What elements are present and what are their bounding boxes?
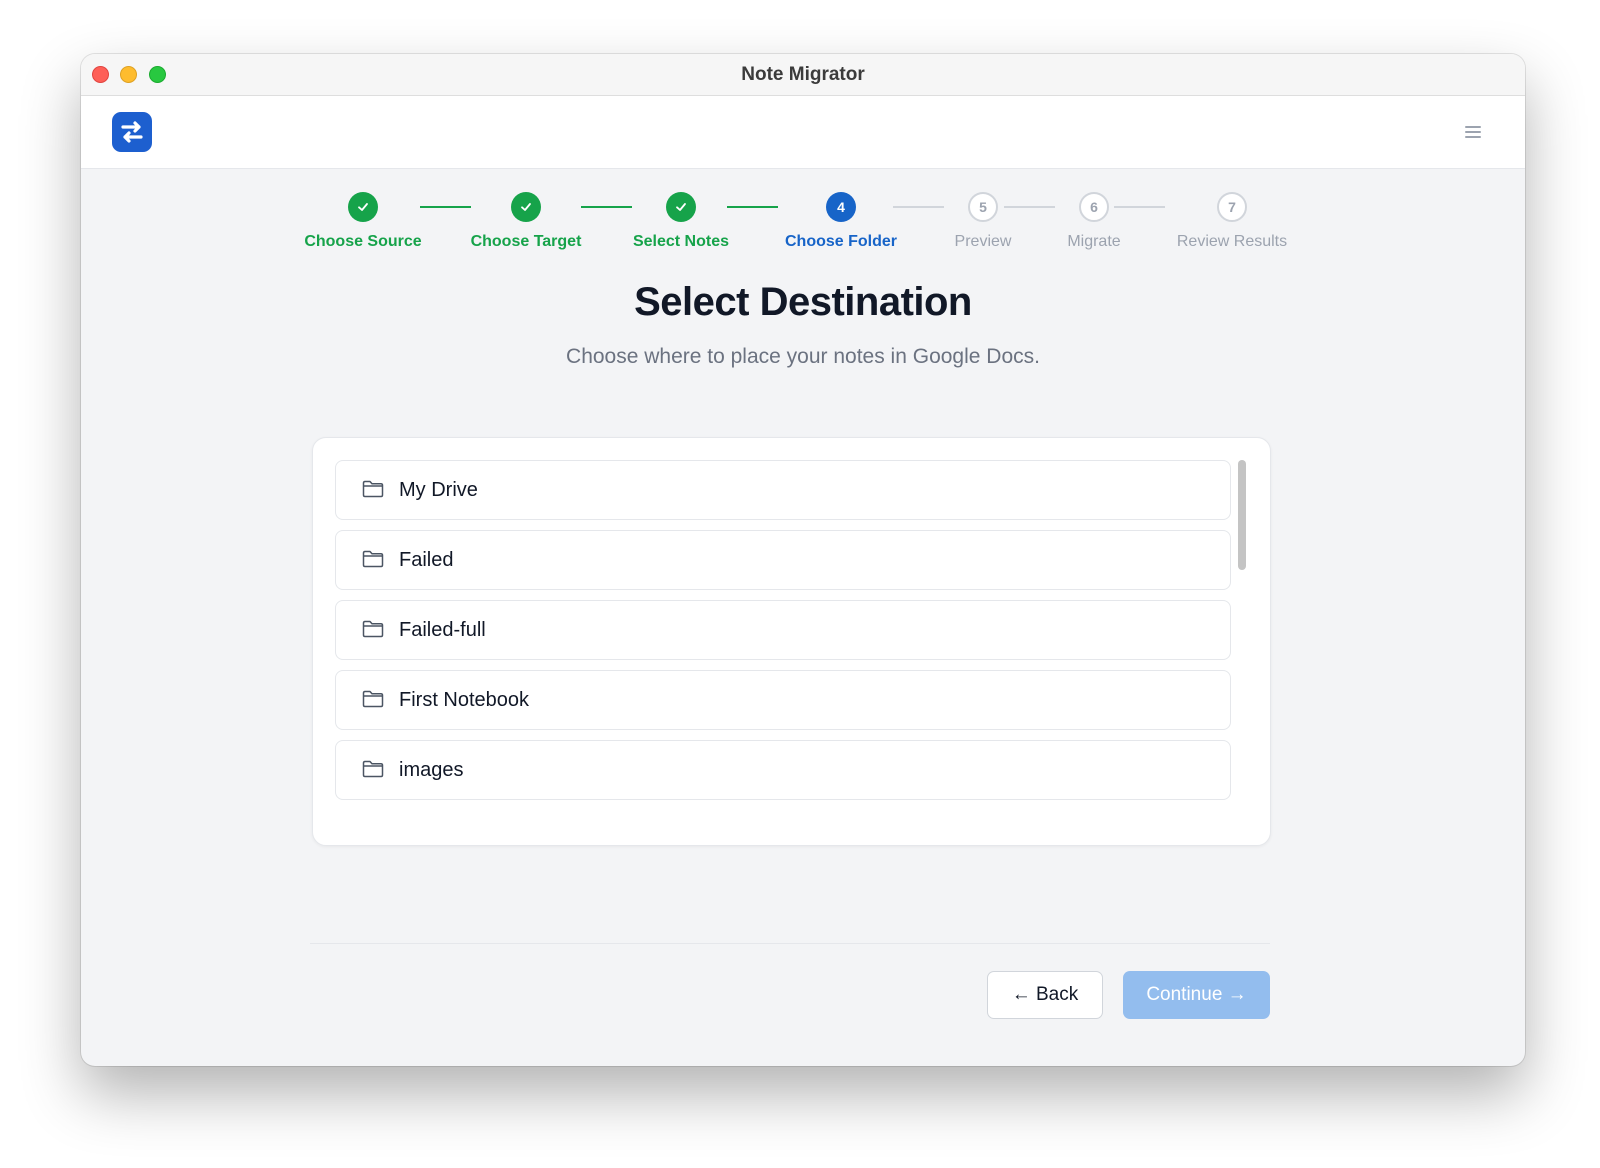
step-label: Review Results — [1176, 233, 1288, 250]
footer-divider — [310, 943, 1270, 944]
folder-icon — [362, 550, 384, 568]
folder-item[interactable]: First Notebook — [335, 670, 1231, 730]
folder-icon — [362, 690, 384, 708]
check-icon — [348, 192, 378, 222]
check-icon — [511, 192, 541, 222]
folder-name: First Notebook — [399, 689, 530, 711]
check-icon — [666, 192, 696, 222]
folder-list-scrollbar[interactable] — [1238, 460, 1246, 570]
folder-item[interactable]: Failed — [335, 530, 1231, 590]
page-title: Select Destination — [634, 280, 972, 324]
folder-item[interactable]: Failed-full — [335, 600, 1231, 660]
progress-stepper: Choose Source Choose Target Select Notes… — [81, 54, 1525, 314]
folder-icon — [362, 760, 384, 778]
step-number: 7 — [1217, 192, 1247, 222]
folder-icon — [362, 620, 384, 638]
page-subtitle: Choose where to place your notes in Goog… — [566, 345, 1040, 368]
back-button[interactable]: ← Back — [987, 971, 1103, 1019]
folder-name: My Drive — [399, 479, 478, 501]
folder-name: Failed — [399, 549, 454, 571]
folder-name: images — [399, 759, 464, 781]
folder-item[interactable]: My Drive — [335, 460, 1231, 520]
continue-button[interactable]: Continue → — [1123, 971, 1270, 1019]
app-window: Note Migrator Choose Source Choose Targe… — [81, 54, 1525, 1066]
folder-item[interactable]: images — [335, 740, 1231, 800]
folder-picker-card: My Drive Failed Failed-full First Notebo… — [312, 437, 1271, 846]
step-number: 6 — [1079, 192, 1109, 222]
step-number: 4 — [826, 192, 856, 222]
step-review-results: 7 Review Results — [1132, 192, 1332, 262]
folder-icon — [362, 480, 384, 498]
folder-list[interactable]: My Drive Failed Failed-full First Notebo… — [335, 460, 1235, 800]
folder-name: Failed-full — [399, 619, 486, 641]
